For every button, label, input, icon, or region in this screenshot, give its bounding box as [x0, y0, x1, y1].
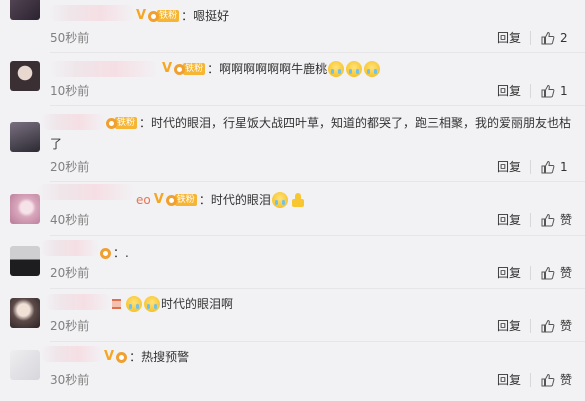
comment-text: ：.: [113, 246, 129, 260]
reply-button[interactable]: 回复: [497, 265, 521, 281]
fan-icon: [174, 63, 186, 75]
avatar[interactable]: [10, 298, 40, 328]
fan-icon: [148, 10, 160, 22]
comment-item: eo V 铁粉 ：时代的眼泪 40秒前 回复 赞: [0, 182, 585, 236]
verified-v-icon: V: [104, 349, 115, 364]
thumbs-up-icon: [541, 31, 555, 45]
separator: [530, 31, 531, 45]
like-button[interactable]: 赞: [541, 317, 572, 335]
thumbs-up-icon: [541, 84, 555, 98]
separator: [530, 160, 531, 174]
separator: [530, 373, 531, 387]
like-button[interactable]: 2: [541, 29, 568, 47]
reply-button[interactable]: 回复: [497, 318, 521, 334]
like-button[interactable]: 赞: [541, 371, 572, 389]
fan-icon: [100, 247, 111, 259]
avatar[interactable]: [10, 194, 40, 224]
timestamp: 30秒前: [50, 373, 90, 387]
timestamp: 20秒前: [50, 160, 90, 174]
comment-item: V ：热搜预警 30秒前 回复 赞: [0, 342, 585, 401]
comment-item: V 铁粉 ：嗯挺好 50秒前 回复 2: [0, 0, 585, 53]
like-button[interactable]: 赞: [541, 211, 572, 229]
timestamp: 20秒前: [50, 266, 90, 280]
thumbs-up-icon: [541, 160, 555, 174]
crying-emoji-icon: [328, 61, 345, 77]
like-button[interactable]: 赞: [541, 264, 572, 282]
timestamp: 10秒前: [50, 84, 90, 98]
crying-emoji-icon: [346, 61, 363, 77]
hourglass-icon: [112, 299, 121, 309]
comment-text: ：热搜预警: [129, 350, 190, 364]
separator: [530, 213, 531, 227]
fan-icon: [106, 117, 117, 129]
fan-icon: [116, 351, 128, 363]
verified-v-icon: V: [136, 8, 147, 23]
comment-item: V 铁粉 ：啊啊啊啊啊啊牛鹿桃 10秒前 回复 1: [0, 53, 585, 106]
username-blurred[interactable]: [36, 184, 136, 200]
fan-badge: 铁粉: [106, 116, 138, 130]
timestamp: 40秒前: [50, 213, 90, 227]
crying-emoji-icon: [144, 296, 160, 312]
comment-text: ：时代的眼泪，行星饭大战四叶草，知道的都哭了，跑三相聚，我的爱丽朋友也枯: [139, 116, 572, 130]
avatar[interactable]: [10, 61, 40, 91]
separator: [530, 84, 531, 98]
comment-item: 铁粉 ：时代的眼泪，行星饭大战四叶草，知道的都哭了，跑三相聚，我的爱丽朋友也枯 …: [0, 108, 585, 182]
comment-item: ：. 20秒前 回复 赞: [0, 236, 585, 289]
like-count: 赞: [560, 319, 573, 333]
fan-badge: 铁粉: [165, 193, 197, 207]
verified-v-icon: V: [153, 192, 164, 207]
thumbs-up-icon: [541, 266, 555, 280]
thumbs-up-icon: [541, 213, 555, 227]
thumbs-up-icon: [541, 319, 555, 333]
like-count: 2: [560, 31, 568, 45]
username-tail[interactable]: eo: [136, 190, 151, 210]
divider: [50, 288, 585, 289]
reply-button[interactable]: 回复: [497, 372, 521, 388]
fan-badge: [100, 246, 111, 260]
crying-emoji-icon: [271, 192, 288, 208]
comment-text: ：啊啊啊啊啊啊牛鹿桃: [207, 62, 328, 76]
username-blurred[interactable]: [48, 61, 160, 77]
crying-emoji-icon: [364, 61, 381, 77]
comment-text-continued: 了: [50, 137, 63, 151]
avatar[interactable]: [10, 350, 40, 380]
fan-badge: 铁粉: [174, 62, 206, 76]
divider: [50, 105, 585, 106]
like-count: 1: [560, 160, 568, 174]
thumbs-up-icon: [541, 373, 555, 387]
crying-emoji-icon: [126, 296, 142, 312]
timestamp: 50秒前: [50, 31, 90, 45]
fan-badge: 铁粉: [148, 9, 180, 23]
like-count: 1: [560, 84, 568, 98]
username-blurred[interactable]: [40, 114, 106, 130]
like-count: 赞: [560, 213, 573, 227]
comment-item: 时代的眼泪啊 20秒前 回复 赞: [0, 290, 585, 343]
comment-list: V 铁粉 ：嗯挺好 50秒前 回复 2 V 铁粉 ：啊啊啊啊啊啊牛鹿桃 10秒前…: [0, 0, 585, 401]
separator: [530, 319, 531, 333]
like-count: 赞: [560, 266, 573, 280]
comment-text: ：时代的眼泪: [198, 193, 271, 207]
like-button[interactable]: 1: [541, 82, 568, 100]
comment-text: 时代的眼泪啊: [161, 297, 234, 311]
avatar[interactable]: [10, 0, 40, 20]
reply-button[interactable]: 回复: [497, 159, 521, 175]
separator: [530, 266, 531, 280]
username-blurred[interactable]: [44, 294, 112, 310]
reply-button[interactable]: 回复: [497, 83, 521, 99]
comment-text: ：嗯挺好: [181, 9, 230, 23]
reply-button[interactable]: 回复: [497, 212, 521, 228]
timestamp: 20秒前: [50, 319, 90, 333]
username-blurred[interactable]: [48, 5, 136, 21]
thumbs-up-emoji-icon: [291, 192, 305, 208]
avatar[interactable]: [10, 122, 40, 152]
fan-badge: [116, 350, 128, 364]
like-count: 赞: [560, 373, 573, 387]
username-blurred[interactable]: [40, 346, 104, 362]
reply-button[interactable]: 回复: [497, 30, 521, 46]
username-blurred[interactable]: [40, 240, 100, 256]
avatar[interactable]: [10, 246, 40, 276]
fan-icon: [165, 194, 177, 206]
verified-v-icon: V: [162, 61, 173, 76]
like-button[interactable]: 1: [541, 158, 568, 176]
